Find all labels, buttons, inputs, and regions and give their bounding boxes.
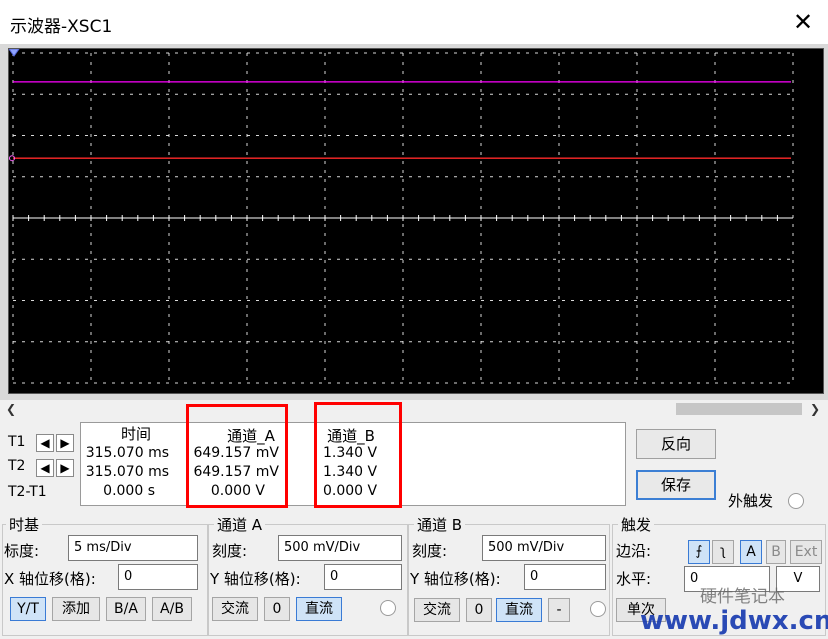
- channel-a-zero-button[interactable]: 0: [264, 597, 290, 621]
- channel-a-scale-field[interactable]: 500 mV/Div: [278, 535, 402, 561]
- channel-b-scale-label: 刻度:: [412, 542, 448, 560]
- channel-b-zero-button[interactable]: 0: [466, 598, 492, 622]
- ext-trigger-label: 外触发: [728, 492, 774, 510]
- x-position-field[interactable]: 0: [118, 564, 198, 590]
- t2-right-arrow-icon[interactable]: ▶: [56, 459, 74, 477]
- x-position-label: X 轴位移(格):: [4, 570, 96, 588]
- trigger-level-label: 水平:: [616, 570, 652, 588]
- channel-b-y-position-label: Y 轴位移(格):: [410, 570, 501, 588]
- channel-a-title: 通道 A: [214, 514, 266, 535]
- title-bar: 示波器-XSC1 ✕: [0, 0, 828, 44]
- oscilloscope-display: [8, 48, 824, 394]
- trigger-source-a-button[interactable]: A: [740, 540, 762, 564]
- channel-b-terminal[interactable]: [590, 601, 606, 617]
- channel-a-dc-button[interactable]: 直流: [296, 597, 342, 621]
- t2-label: T2: [8, 458, 26, 474]
- timebase-title: 时基: [6, 514, 43, 535]
- row2-time: 315.070 ms: [85, 464, 169, 480]
- watermark-cn-text: 硬件笔记本: [700, 587, 785, 607]
- mode-ba-button[interactable]: B/A: [106, 597, 146, 621]
- trigger-source-b-button[interactable]: B: [766, 540, 786, 564]
- channel-b-dc-button[interactable]: 直流: [496, 598, 542, 622]
- timebase-scale-field[interactable]: 5 ms/Div: [68, 535, 198, 561]
- close-icon[interactable]: ✕: [790, 10, 816, 36]
- trigger-title: 触发: [618, 514, 655, 535]
- trigger-source-ext-button[interactable]: Ext: [790, 540, 822, 564]
- channel-b-scale-field[interactable]: 500 mV/Div: [482, 535, 606, 561]
- scroll-right-icon[interactable]: ❯: [808, 400, 822, 418]
- channel-a-scale-label: 刻度:: [212, 542, 248, 560]
- save-button[interactable]: 保存: [636, 470, 716, 500]
- channel-b-y-position-field[interactable]: 0: [524, 564, 606, 590]
- channel-b-ac-button[interactable]: 交流: [414, 598, 460, 622]
- row3-time: 0.000 s: [103, 483, 155, 499]
- row1-time: 315.070 ms: [85, 445, 169, 461]
- rising-edge-icon[interactable]: ⨍: [688, 540, 710, 564]
- t1-right-arrow-icon[interactable]: ▶: [56, 434, 74, 452]
- scope-graph: [9, 49, 794, 384]
- cursor-controls: T1 ◀ ▶ T2 ◀ ▶ T2-T1: [4, 424, 80, 504]
- mode-add-button[interactable]: 添加: [52, 597, 100, 621]
- scroll-left-icon[interactable]: ❮: [4, 400, 18, 418]
- channel-a-y-position-field[interactable]: 0: [324, 564, 402, 590]
- t1-label: T1: [8, 434, 26, 450]
- header-time: 时间: [120, 425, 151, 443]
- timebase-scale-label: 标度:: [4, 542, 40, 560]
- reverse-button[interactable]: 反向: [636, 429, 716, 459]
- window-title: 示波器-XSC1: [10, 17, 113, 37]
- horizontal-scrollbar[interactable]: ❮ ❯: [0, 400, 828, 418]
- mode-ab-button[interactable]: A/B: [152, 597, 192, 621]
- t1-left-arrow-icon[interactable]: ◀: [36, 434, 54, 452]
- channel-b-invert-button[interactable]: -: [548, 598, 570, 622]
- channel-a-ac-button[interactable]: 交流: [212, 597, 258, 621]
- highlight-channel-a: [186, 404, 288, 508]
- ext-trigger-terminal[interactable]: [788, 493, 804, 509]
- trigger-edge-label: 边沿:: [616, 542, 652, 560]
- t2-t1-label: T2-T1: [8, 484, 47, 500]
- channel-a-y-position-label: Y 轴位移(格):: [210, 570, 301, 588]
- watermark-url: www.jdwx.cn: [640, 606, 828, 636]
- channel-b-title: 通道 B: [414, 514, 466, 535]
- mode-yt-button[interactable]: Y/T: [10, 597, 46, 621]
- scroll-thumb[interactable]: [676, 403, 802, 415]
- falling-edge-icon[interactable]: ʅ: [712, 540, 734, 564]
- cursor-t1-marker: [9, 49, 20, 57]
- t2-left-arrow-icon[interactable]: ◀: [36, 459, 54, 477]
- channel-a-terminal[interactable]: [380, 600, 396, 616]
- highlight-channel-b: [314, 402, 402, 508]
